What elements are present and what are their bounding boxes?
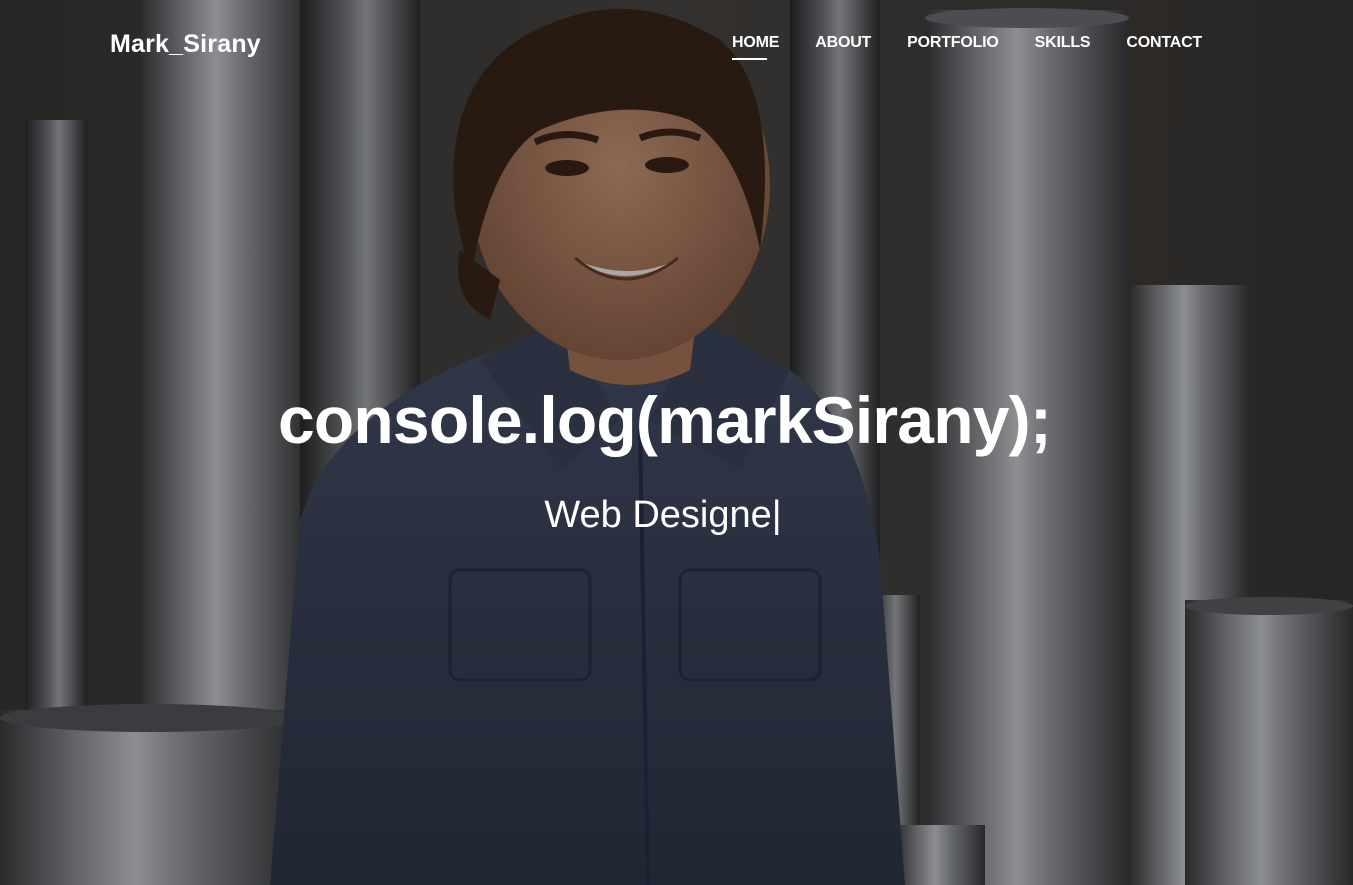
- nav-item-home: HOME: [732, 34, 779, 60]
- nav-link-contact[interactable]: CONTACT: [1126, 34, 1202, 60]
- nav-link-about[interactable]: ABOUT: [815, 34, 871, 60]
- nav-item-contact: CONTACT: [1126, 34, 1202, 60]
- nav-link-home[interactable]: HOME: [732, 34, 779, 60]
- nav-item-skills: SKILLS: [1035, 34, 1091, 60]
- nav-link-skills[interactable]: SKILLS: [1035, 34, 1091, 60]
- typed-subtitle: Web Designe|: [0, 494, 1326, 537]
- hero-headline: console.log(markSirany);: [278, 383, 1052, 457]
- typed-cursor: |: [771, 494, 782, 536]
- typed-text: Web Designe: [544, 494, 772, 536]
- nav-item-portfolio: PORTFOLIO: [907, 34, 999, 60]
- nav-link-portfolio[interactable]: PORTFOLIO: [907, 34, 999, 60]
- nav-item-about: ABOUT: [815, 34, 871, 60]
- top-navbar: Mark_Sirany HOME ABOUT PORTFOLIO SKILLS …: [0, 0, 1353, 90]
- nav-menu: HOME ABOUT PORTFOLIO SKILLS CONTACT: [732, 34, 1202, 60]
- brand-logo-link[interactable]: Mark_Sirany: [110, 30, 261, 59]
- hero-section: Mark_Sirany HOME ABOUT PORTFOLIO SKILLS …: [0, 0, 1353, 885]
